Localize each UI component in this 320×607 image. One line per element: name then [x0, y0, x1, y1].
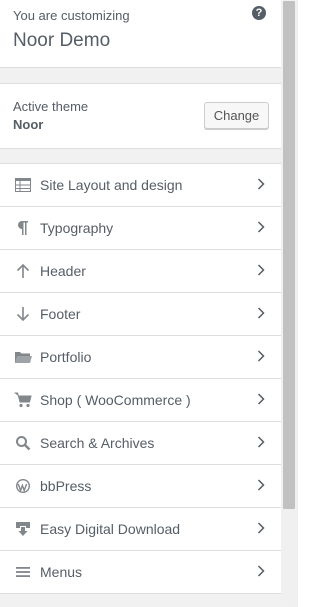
chevron-right-icon: [256, 477, 266, 493]
site-title: Noor Demo: [13, 30, 111, 51]
menu-item-header[interactable]: Header: [0, 249, 281, 292]
menu-item-easy-digital-download[interactable]: Easy Digital Download: [0, 507, 281, 550]
chevron-right-icon: [256, 434, 266, 450]
scrollbar-thumb[interactable]: [283, 1, 295, 509]
wordpress-icon: [14, 477, 32, 495]
scrollbar[interactable]: [281, 0, 298, 607]
paragraph-icon: [14, 219, 32, 237]
portfolio-icon: [14, 348, 32, 366]
chevron-right-icon: [256, 563, 266, 579]
menu-item-label: Search & Archives: [40, 435, 155, 451]
layout-icon: [14, 176, 32, 194]
download-icon: [14, 520, 32, 538]
customizer-menu: Site Layout and design Typography Header…: [0, 163, 281, 594]
menu-item-bbpress[interactable]: bbPress: [0, 464, 281, 507]
menu-item-label: bbPress: [40, 478, 92, 494]
arrow-down-icon: [14, 305, 32, 323]
menu-icon: [14, 563, 32, 581]
customizer-panel: You are customizing Noor Demo ? Active t…: [0, 0, 282, 607]
help-icon[interactable]: ?: [252, 6, 266, 20]
menu-item-menus[interactable]: Menus: [0, 550, 281, 594]
chevron-right-icon: [256, 219, 266, 235]
chevron-right-icon: [256, 305, 266, 321]
menu-item-label: Shop ( WooCommerce ): [40, 392, 191, 408]
cart-icon: [14, 391, 32, 409]
menu-item-shop[interactable]: Shop ( WooCommerce ): [0, 378, 281, 421]
menu-item-typography[interactable]: Typography: [0, 206, 281, 249]
menu-item-footer[interactable]: Footer: [0, 292, 281, 335]
menu-item-label: Typography: [40, 220, 114, 236]
menu-item-label: Menus: [40, 564, 83, 580]
menu-item-site-layout[interactable]: Site Layout and design: [0, 163, 281, 206]
customizing-label: You are customizing: [13, 8, 130, 23]
menu-item-label: Header: [40, 263, 86, 279]
active-theme-name: Noor: [13, 117, 44, 132]
menu-item-search-archives[interactable]: Search & Archives: [0, 421, 281, 464]
arrow-up-icon: [14, 262, 32, 280]
menu-item-label: Site Layout and design: [40, 177, 183, 193]
chevron-right-icon: [256, 348, 266, 364]
customizer-info-header: You are customizing Noor Demo ?: [0, 0, 281, 68]
chevron-right-icon: [256, 520, 266, 536]
change-theme-button[interactable]: Change: [204, 102, 269, 129]
menu-item-label: Footer: [40, 306, 81, 322]
chevron-right-icon: [256, 262, 266, 278]
menu-item-label: Easy Digital Download: [40, 521, 181, 537]
search-icon: [14, 434, 32, 452]
menu-item-label: Portfolio: [40, 349, 92, 365]
chevron-right-icon: [256, 176, 266, 192]
active-theme-label: Active theme: [13, 99, 89, 114]
chevron-right-icon: [256, 391, 266, 407]
menu-item-portfolio[interactable]: Portfolio: [0, 335, 281, 378]
active-theme-section: Active theme Noor Change: [0, 83, 281, 149]
